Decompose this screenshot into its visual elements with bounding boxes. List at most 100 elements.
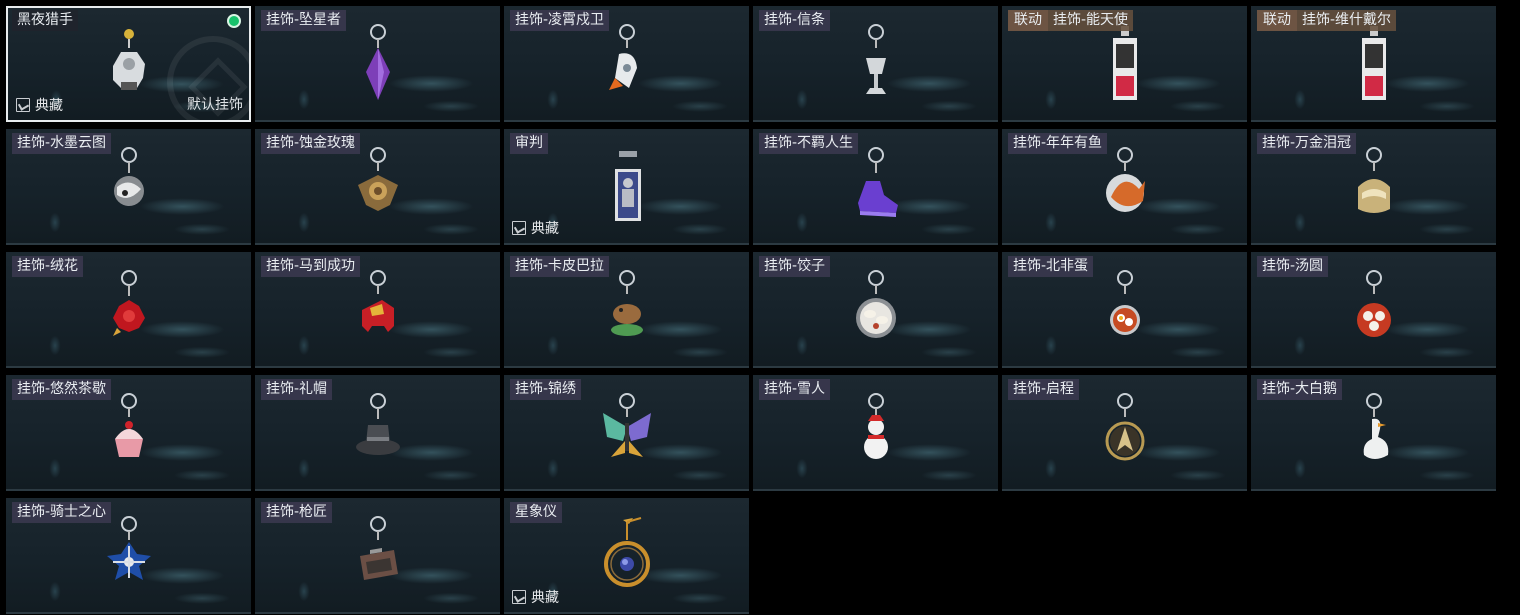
charm-card[interactable]: 挂饰-水墨云图 [6,129,251,245]
charm-card[interactable]: 挂饰-锦绣 [504,375,749,491]
butterfly-icon [597,393,657,485]
charm-name: 挂饰-水墨云图 [12,133,112,154]
charm-card[interactable]: 挂饰-坠星者 [255,6,500,122]
charm-card[interactable]: 联动 挂饰-能天使 [1002,6,1247,122]
charm-card[interactable]: 挂饰-绒花 [6,252,251,368]
orrery-icon [597,516,657,608]
charm-name: 黑夜猎手 [12,10,78,31]
charm-name: 挂饰-马到成功 [261,256,361,277]
charm-card[interactable]: 挂饰-凌霄戍卫 [504,6,749,122]
charm-card[interactable]: 挂饰-雪人 [753,375,998,491]
charm-label: 挂饰-信条 [759,10,831,31]
charm-label: 挂饰-枪匠 [261,502,333,523]
judgment-card-icon [597,147,657,239]
snowman-icon [846,393,906,485]
charm-card[interactable]: 挂饰-万金泪冠 [1251,129,1496,245]
charm-name: 星象仪 [510,502,562,523]
charm-label: 挂饰-饺子 [759,256,831,277]
tangyuan-bowl-icon [1344,270,1404,362]
charm-label: 挂饰-大白鹅 [1257,379,1343,400]
charm-name: 挂饰-汤圆 [1257,256,1329,277]
charm-card[interactable]: 黑夜猎手典藏 默认挂饰 [6,6,251,122]
charm-label: 挂饰-北非蛋 [1008,256,1094,277]
charm-card[interactable]: 挂饰-大白鹅 [1251,375,1496,491]
sneaker-icon [846,147,906,239]
charm-label: 挂饰-礼帽 [261,379,333,400]
charm-label: 星象仪 [510,502,562,523]
collection-label: 典藏 [531,590,559,606]
charm-name: 挂饰-坠星者 [261,10,347,31]
fish-plate-icon [1095,147,1155,239]
charm-card[interactable]: 挂饰-骑士之心 [6,498,251,614]
charm-label: 挂饰-蚀金玫瑰 [261,133,361,154]
top-hat-icon [348,393,408,485]
charm-card[interactable]: 挂饰-悠然茶歇 [6,375,251,491]
charm-card[interactable]: 挂饰-年年有鱼 [1002,129,1247,245]
toolbox-icon [348,516,408,608]
charm-card[interactable]: 挂饰-启程 [1002,375,1247,491]
charm-label: 挂饰-汤圆 [1257,256,1329,277]
collection-label: 典藏 [35,98,63,114]
capybara-icon [597,270,657,362]
gold-rose-icon [348,147,408,239]
charm-card[interactable]: 审判典藏 [504,129,749,245]
charm-name: 挂饰-信条 [759,10,831,31]
charm-card[interactable]: 挂饰-卡皮巴拉 [504,252,749,368]
charm-name: 挂饰-万金泪冠 [1257,133,1357,154]
collection-badge: 典藏 [512,218,559,238]
charm-name: 挂饰-枪匠 [261,502,333,523]
collection-icon [16,98,30,112]
charm-name: 挂饰-饺子 [759,256,831,277]
collab-card-icon [1095,24,1155,116]
collection-badge: 典藏 [16,95,63,115]
collab-card-icon [1344,24,1404,116]
charm-name: 挂饰-不羁人生 [759,133,859,154]
collab-badge: 联动 [1257,10,1297,31]
rocket-icon [597,24,657,116]
white-goose-icon [1344,393,1404,485]
charm-card[interactable]: 挂饰-蚀金玫瑰 [255,129,500,245]
charm-name: 挂饰-绒花 [12,256,84,277]
hunter-figure-icon [99,26,159,118]
charm-label: 挂饰-绒花 [12,256,84,277]
charm-name: 挂饰-北非蛋 [1008,256,1094,277]
charm-label: 挂饰-骑士之心 [12,502,112,523]
charm-name: 挂饰-骑士之心 [12,502,112,523]
charm-label: 黑夜猎手 [12,10,78,31]
default-charm-label: 默认挂饰 [187,97,243,113]
charm-card[interactable]: 联动 挂饰-维什戴尔 [1251,6,1496,122]
charm-grid: 黑夜猎手 典藏 默认挂饰 挂饰-坠星者 挂饰-凌霄戍卫 挂饰-信条 联动 挂饰-能天使 联动 挂饰… [6,6,1496,614]
collection-icon [512,590,526,604]
blue-cross-icon [99,516,159,608]
collection-icon [512,221,526,235]
charm-card[interactable]: 挂饰-饺子 [753,252,998,368]
charm-card[interactable]: 挂饰-枪匠 [255,498,500,614]
charm-card[interactable]: 挂饰-礼帽 [255,375,500,491]
charm-label: 挂饰-不羁人生 [759,133,859,154]
charm-name: 挂饰-锦绣 [510,379,582,400]
charm-card[interactable]: 挂饰-马到成功 [255,252,500,368]
charm-label: 挂饰-马到成功 [261,256,361,277]
charm-card[interactable]: 挂饰-不羁人生 [753,129,998,245]
charm-label: 挂饰-悠然茶歇 [12,379,112,400]
dumpling-plate-icon [846,270,906,362]
compass-medal-icon [1095,393,1155,485]
charm-label: 审判 [510,133,548,154]
cupcake-icon [99,393,159,485]
charm-name: 挂饰-悠然茶歇 [12,379,112,400]
charm-card[interactable]: 星象仪典藏 [504,498,749,614]
charm-label: 联动 挂饰-维什戴尔 [1257,10,1397,31]
charm-card[interactable]: 挂饰-信条 [753,6,998,122]
charm-name: 挂饰-雪人 [759,379,831,400]
charm-card[interactable]: 挂饰-汤圆 [1251,252,1496,368]
charm-label: 挂饰-卡皮巴拉 [510,256,610,277]
chalice-icon [846,24,906,116]
egg-pan-icon [1095,270,1155,362]
charm-card[interactable]: 挂饰-北非蛋 [1002,252,1247,368]
purple-crystal-icon [348,24,408,116]
charm-label: 挂饰-启程 [1008,379,1080,400]
charm-label: 挂饰-锦绣 [510,379,582,400]
charm-label: 挂饰-坠星者 [261,10,347,31]
red-horse-icon [348,270,408,362]
collection-label: 典藏 [531,221,559,237]
